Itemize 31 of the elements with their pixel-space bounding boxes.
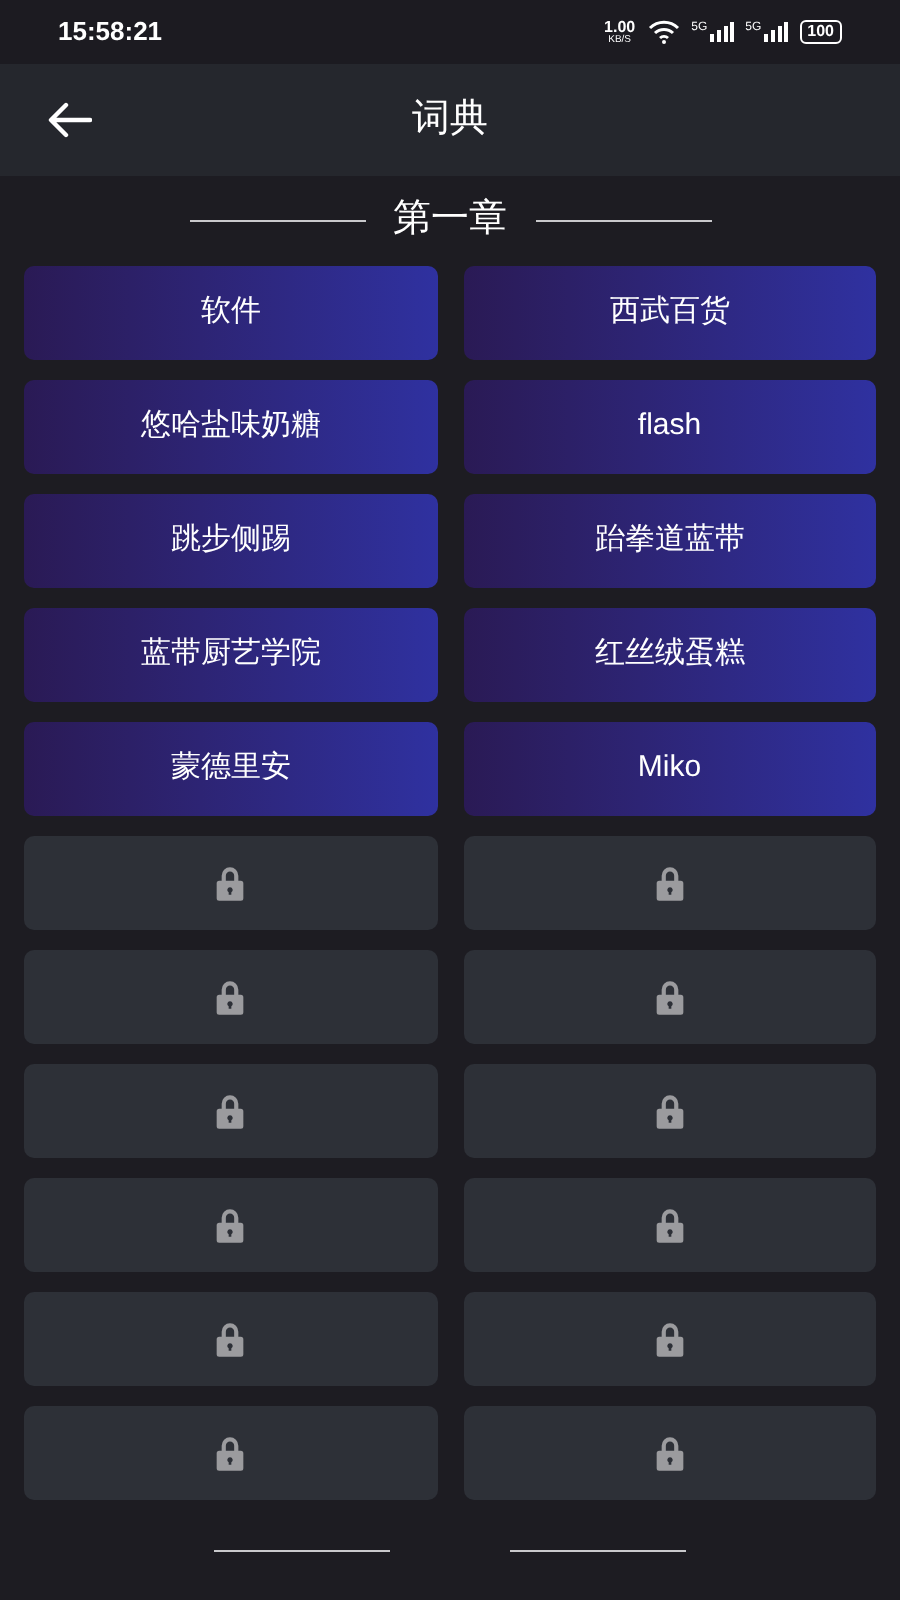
locked-entry[interactable] [24, 1178, 437, 1272]
locked-entry[interactable] [463, 1406, 876, 1500]
signal-icon [763, 22, 788, 42]
entry-button[interactable]: 红丝绒蛋糕 [463, 608, 876, 702]
locked-entry[interactable] [463, 836, 876, 930]
entry-button[interactable]: flash [463, 380, 876, 474]
battery-indicator: 100 [799, 20, 842, 44]
locked-entry[interactable] [463, 1292, 876, 1386]
entry-button[interactable]: 跳步侧踢 [24, 494, 437, 588]
locked-entry[interactable] [24, 1292, 437, 1386]
locked-entry[interactable] [463, 950, 876, 1044]
entry-button[interactable]: 蒙德里安 [24, 722, 437, 816]
entry-button[interactable]: Miko [463, 722, 876, 816]
net-speed: 1.00 [604, 19, 636, 35]
entry-button[interactable]: 跆拳道蓝带 [463, 494, 876, 588]
status-time: 15:58:21 [58, 14, 163, 51]
locked-entry[interactable] [463, 1064, 876, 1158]
locked-entry[interactable] [24, 836, 437, 930]
locked-entry[interactable] [24, 1064, 437, 1158]
locked-entry[interactable] [463, 1178, 876, 1272]
chapter-title: 第一章 [393, 196, 507, 245]
entry-button[interactable]: 蓝带厨艺学院 [24, 608, 437, 702]
locked-entry[interactable] [24, 1406, 437, 1500]
back-arrow-icon [48, 102, 92, 138]
entry-button[interactable]: 悠哈盐味奶糖 [24, 380, 437, 474]
signal-icon [709, 22, 734, 42]
page-title: 词典 [412, 95, 488, 144]
entry-button[interactable]: 西武百货 [463, 266, 876, 360]
locked-entry[interactable] [24, 950, 437, 1044]
wifi-icon [647, 20, 680, 44]
entry-button[interactable]: 软件 [24, 266, 437, 360]
